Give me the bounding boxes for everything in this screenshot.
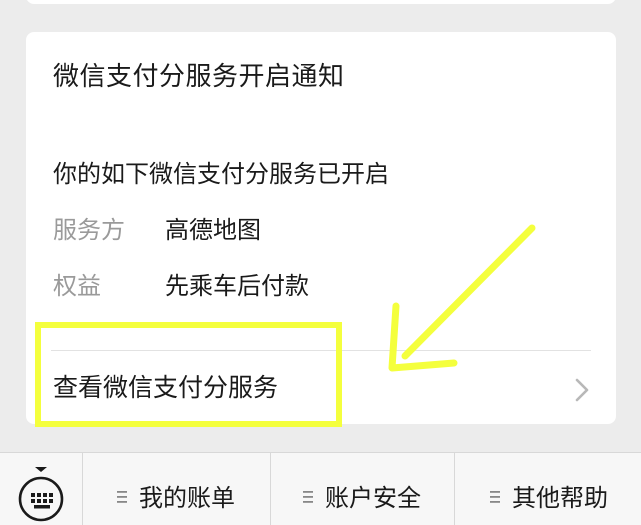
keyboard-toggle-button[interactable] <box>0 453 82 525</box>
view-payscore-service-link[interactable]: 查看微信支付分服务 <box>26 351 616 424</box>
field-value: 高德地图 <box>165 216 261 244</box>
menu-item-label: 我的账单 <box>139 484 235 512</box>
bottom-menu-bar: 我的账单 账户安全 其他帮助 <box>0 452 641 525</box>
field-value: 先乘车后付款 <box>165 272 309 300</box>
keyboard-icon <box>18 467 64 522</box>
menu-item-account-security[interactable]: 账户安全 <box>271 453 454 525</box>
submenu-lines-icon <box>117 491 127 503</box>
view-service-label: 查看微信支付分服务 <box>53 373 279 402</box>
menu-item-label: 其他帮助 <box>512 484 608 512</box>
chevron-right-icon <box>575 378 589 402</box>
notification-intro: 你的如下微信支付分服务已开启 <box>53 160 389 188</box>
submenu-lines-icon <box>490 491 500 503</box>
menu-item-my-bills[interactable]: 我的账单 <box>83 453 270 525</box>
menu-item-label: 账户安全 <box>325 484 421 512</box>
previous-message-card <box>26 0 616 4</box>
field-key: 服务方 <box>53 216 125 244</box>
submenu-lines-icon <box>303 491 313 503</box>
menu-item-other-help[interactable]: 其他帮助 <box>455 453 641 525</box>
notification-card: 微信支付分服务开启通知 你的如下微信支付分服务已开启 服务方 高德地图 权益 先… <box>26 32 616 424</box>
field-key: 权益 <box>53 272 101 300</box>
notification-title: 微信支付分服务开启通知 <box>53 62 345 92</box>
